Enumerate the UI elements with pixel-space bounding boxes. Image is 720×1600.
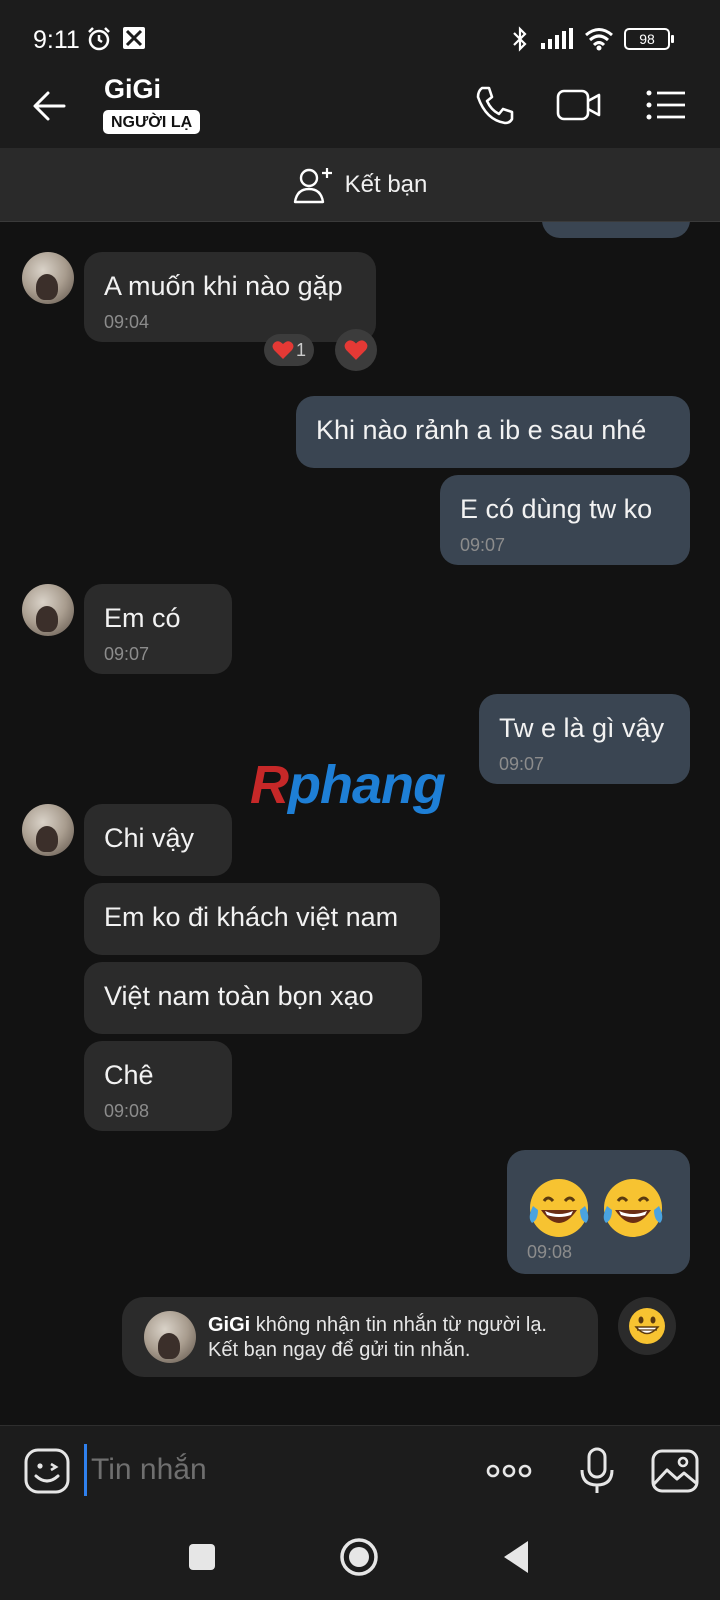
message-input[interactable] [84,1444,464,1496]
signal-icon [541,28,573,49]
alarm-icon [88,27,110,51]
avatar[interactable] [22,804,74,856]
reaction-count: 1 [296,339,307,360]
app-notification-icon [123,27,145,49]
add-friend-icon [293,167,332,203]
message-text: A muốn khi nào gặp [104,271,343,301]
tears-of-joy-icon [603,1179,663,1237]
message-text: Chi vậy [104,823,195,853]
avatar[interactable] [22,584,74,636]
video-call-icon[interactable] [556,82,602,128]
reaction-summary[interactable]: 1 [264,334,315,366]
gallery-image-icon[interactable] [650,1446,700,1496]
back-nav-icon[interactable] [496,1535,540,1579]
react-button[interactable] [335,329,377,371]
menu-list-icon[interactable] [643,82,689,128]
system-nav-bar [0,1515,720,1600]
message-time: 09:07 [460,535,506,555]
heart-icon [344,340,368,360]
notice-text-line1: không nhận tin nhắn từ người lạ. [250,1314,547,1336]
message-text: E có dùng tw ko [460,494,653,524]
wifi-icon [585,28,613,51]
status-bar: 9:11 98 [0,0,720,62]
stranger-notice: GiGi không nhận tin nhắn từ người lạ. Kế… [122,1297,598,1377]
contact-name[interactable]: GiGi [104,74,161,105]
grinning-face-icon [629,1308,665,1344]
message-time: 09:08 [527,1242,573,1262]
message-input-bar [0,1425,720,1515]
message-bubble-outgoing[interactable]: Tw e là gì vậy 09:07 [479,694,690,784]
message-bubble-incoming[interactable]: Em có 09:07 [84,584,232,674]
back-arrow-icon[interactable] [28,84,72,128]
watermark: Rphang [250,755,446,815]
message-text: Em ko đi khách việt nam [104,902,399,932]
message-time: 09:07 [499,754,545,774]
message-bubble-incoming[interactable]: Chi vậy [84,804,232,876]
message-time: 09:08 [104,1101,150,1121]
message-text: Khi nào rảnh a ib e sau nhé [316,415,647,445]
status-time: 9:11 [33,26,80,54]
add-friend-button[interactable]: Kết bạn [0,148,720,222]
message-bubble-outgoing[interactable]: E có dùng tw ko 09:07 [440,475,690,565]
avatar[interactable] [22,252,74,304]
message-text: Chê [104,1060,154,1090]
message-bubble-incoming[interactable]: A muốn khi nào gặp 09:04 [84,252,376,342]
quick-sticker-button[interactable] [618,1297,676,1355]
message-bubble-incoming[interactable]: Việt nam toàn bọn xạo [84,962,422,1034]
tears-of-joy-icon [529,1179,589,1237]
message-time: 09:04 [104,312,150,332]
stranger-badge: NGƯỜI LẠ [103,110,201,134]
message-bubble-incoming[interactable]: Chê 09:08 [84,1041,232,1131]
heart-icon [272,341,294,359]
add-friend-label: Kết bạn [344,170,428,198]
message-bubble-incoming[interactable]: Em ko đi khách việt nam [84,883,440,955]
partial-message-bubble[interactable] [542,222,690,238]
more-options-icon[interactable] [484,1446,534,1496]
message-text: Em có [104,603,181,633]
avatar [144,1311,196,1363]
message-text: Việt nam toàn bọn xạo [104,981,374,1011]
message-bubble-outgoing[interactable]: 09:08 [507,1150,690,1274]
notice-text-line2: Kết bạn ngay để gửi tin nhắn. [208,1339,471,1361]
recent-apps-icon[interactable] [180,1535,224,1579]
chat-messages[interactable]: A muốn khi nào gặp 09:04 1 Khi nào rảnh … [0,222,720,1425]
microphone-icon[interactable] [572,1446,622,1496]
message-text: Tw e là gì vậy [499,713,665,743]
phone-call-icon[interactable] [472,82,518,128]
message-time: 09:07 [104,644,150,664]
chat-header: GiGi NGƯỜI LẠ [0,62,720,148]
emoji-picker-icon[interactable] [22,1446,72,1496]
home-icon[interactable] [337,1535,381,1579]
notice-contact-name: GiGi [208,1314,251,1336]
emoji-message [525,1176,667,1240]
battery-indicator: 98 [624,28,674,50]
bluetooth-icon [513,26,527,52]
message-bubble-outgoing[interactable]: Khi nào rảnh a ib e sau nhé [296,396,690,468]
